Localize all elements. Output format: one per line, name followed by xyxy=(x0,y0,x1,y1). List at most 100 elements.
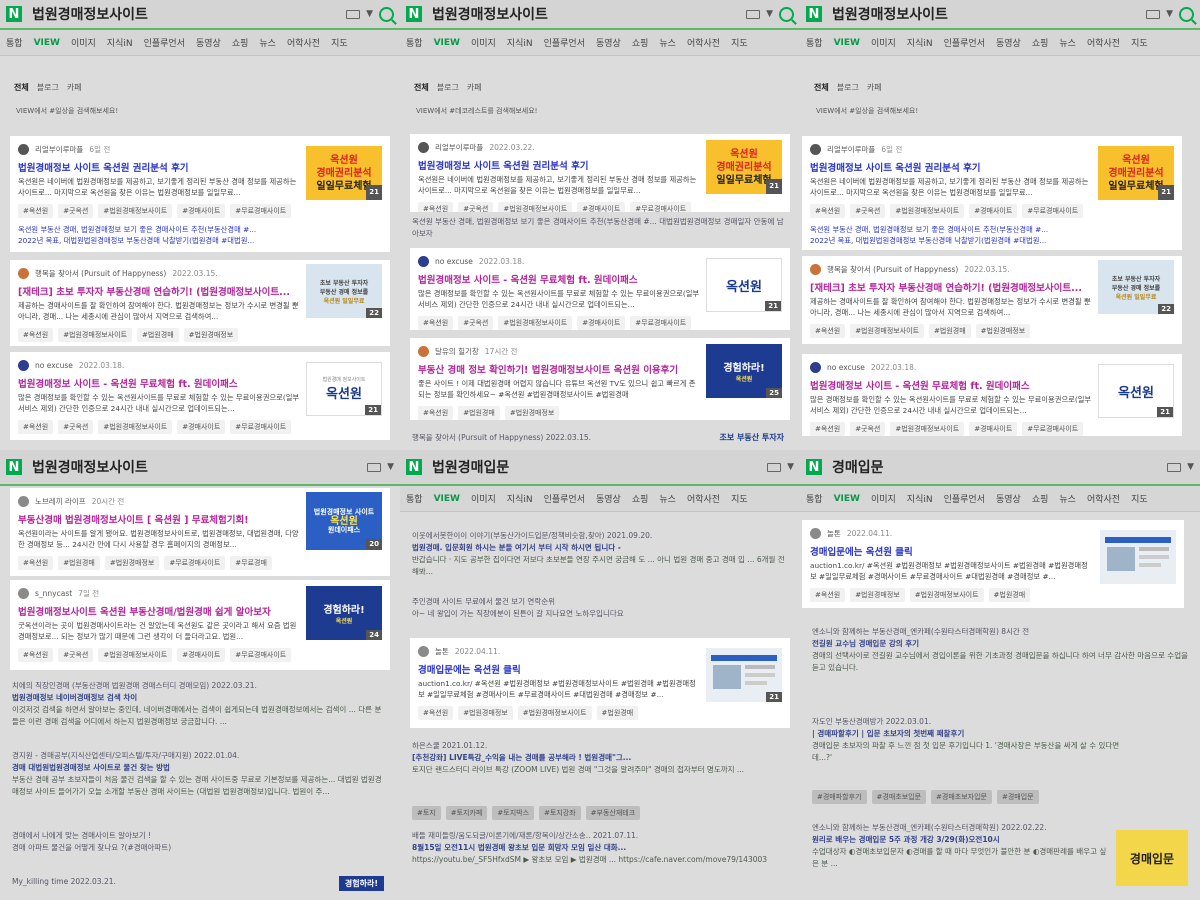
hashtag[interactable]: #경매초보자입문 xyxy=(931,790,992,804)
filter-cafe[interactable]: 카페 xyxy=(867,82,882,93)
tab-dictionary[interactable]: 어학사전 xyxy=(1087,492,1120,505)
author[interactable]: no excuse xyxy=(827,363,865,372)
hashtag[interactable]: #굿옥션 xyxy=(850,204,886,218)
hashtag[interactable]: #무료경매사이트 xyxy=(230,420,292,434)
result-thumbnail[interactable]: 옥션원 경매권리분석 일일무료체험 21 xyxy=(706,140,782,194)
hashtag[interactable]: #옥션원 xyxy=(18,328,54,342)
hashtag[interactable]: #무료경매사이트 xyxy=(630,202,692,212)
tab-shopping[interactable]: 쇼핑 xyxy=(1032,492,1049,505)
result-thumbnail[interactable]: 법원경매정보 사이트 옥션원 원데이패스 20 xyxy=(306,492,382,550)
hashtag[interactable]: #법원경매 xyxy=(58,556,100,570)
avatar[interactable] xyxy=(810,263,821,275)
hashtag[interactable]: #경매사이트 xyxy=(177,420,226,434)
naver-logo[interactable]: N xyxy=(806,459,822,475)
filter-cafe[interactable]: 카페 xyxy=(467,82,482,93)
author[interactable]: 리얼부이루마플 xyxy=(35,144,83,155)
hashtag[interactable]: #옥션원 xyxy=(418,406,454,420)
result-thumbnail[interactable]: 옥션원 21 xyxy=(1098,364,1174,418)
result-thumbnail[interactable]: 옥션원 21 xyxy=(706,258,782,312)
related-post-link[interactable]: 주인경매 사이트 무료에서 물건 보기 연락순위 아~ 네 왕입이 가는 직장에… xyxy=(412,596,788,624)
tab-all[interactable]: 통합 xyxy=(6,36,23,49)
result-thumbnail[interactable]: 21 xyxy=(706,648,782,702)
related-post-link[interactable]: 옥션원 부동산 경매, 법원경매정보 보기 좋은 경매사이트 추천(부동산경매 … xyxy=(810,224,1174,235)
result-card[interactable]: no excuse 2022.03.18. 법원경매정보 사이트 - 옥션원 무료… xyxy=(410,248,790,330)
avatar[interactable] xyxy=(810,361,821,373)
result-thumbnail[interactable]: 경험하라! 옥션원 25 xyxy=(706,344,782,398)
result-title[interactable]: 부동산 경매 정보 확인하기! 법원경매정보사이트 옥션원 이용후기 xyxy=(418,362,700,376)
hashtag[interactable]: #무료경매사이트 xyxy=(1022,204,1084,218)
result-title[interactable]: [재테크] 초보 투자자 부동산경매 연습하기! (법원경매정보사이트... xyxy=(810,280,1092,294)
hashtag[interactable]: #경매파할후기 xyxy=(812,790,867,804)
result-title[interactable]: 법원경매정보 사이트 - 옥션원 무료체험 ft. 원데이패스 xyxy=(810,378,1092,392)
chevron-down-icon[interactable]: ▼ xyxy=(366,9,373,19)
result-card[interactable]: no excuse 2022.03.18. 법원경매정보 사이트 - 옥션원 무료… xyxy=(802,354,1182,436)
avatar[interactable] xyxy=(810,143,821,155)
hashtag[interactable]: #법원경매정보사이트 xyxy=(498,202,573,212)
naver-logo[interactable]: N xyxy=(406,459,422,475)
related-post-link[interactable]: 경매에서 나에게 맞는 경매사이트 알아보기 ! 경매 아파트 물건을 어떻게 … xyxy=(12,830,388,858)
tab-all[interactable]: 통합 xyxy=(406,492,423,505)
tab-news[interactable]: 뉴스 xyxy=(259,36,276,49)
related-post-link[interactable]: 2022년 목표, 대법원법원경매정보 부동산경매 낙찰받기(법원경매 #대법원… xyxy=(810,235,1174,246)
tab-influencer[interactable]: 인플루언서 xyxy=(944,492,985,505)
result-thumbnail[interactable]: 법원경매 정보사이트 옥션원 21 xyxy=(306,362,382,416)
hashtag[interactable]: #경매사이트 xyxy=(577,202,626,212)
hashtag[interactable]: #경매사이트 xyxy=(577,316,626,330)
tab-news[interactable]: 뉴스 xyxy=(659,492,676,505)
result-title[interactable]: 경매입문에는 옥션원 클릭 xyxy=(418,662,700,676)
keyboard-icon[interactable] xyxy=(346,9,361,19)
result-card[interactable]: 놀톤 2022.04.11. 경매입문에는 옥션원 클릭 auction1.co.… xyxy=(410,638,790,728)
related-post-link[interactable]: 옥션원 부동산 경매, 법원경매정보 보기 좋은 경매사이트 추천(부동산경매 … xyxy=(412,216,788,238)
search-query[interactable]: 법원경매정보사이트 xyxy=(832,4,1136,24)
hashtag[interactable]: #법원경매정보사이트 xyxy=(98,648,173,662)
naver-logo[interactable]: N xyxy=(6,459,22,475)
hashtag[interactable]: #옥션원 xyxy=(18,556,54,570)
naver-logo[interactable]: N xyxy=(806,6,822,22)
hashtag[interactable]: #법원경매정보 xyxy=(183,328,239,342)
hashtag[interactable]: #법원경매정보 xyxy=(504,406,560,420)
avatar[interactable] xyxy=(18,495,29,507)
filter-cafe[interactable]: 카페 xyxy=(67,82,82,93)
author[interactable]: 행복을 찾아서 (Pursuit of Happyness) xyxy=(35,268,166,279)
hashtag[interactable]: #경매사이트 xyxy=(177,204,226,218)
result-title[interactable]: [재테크] 초보 투자자 부동산경매 연습하기! (법원경매정보사이트... xyxy=(18,284,300,298)
search-icon[interactable] xyxy=(379,6,394,22)
hashtag[interactable]: #옥션원 xyxy=(418,202,454,212)
tab-influencer[interactable]: 인플루언서 xyxy=(944,36,985,49)
filter-all[interactable]: 전체 xyxy=(14,82,29,93)
tab-influencer[interactable]: 인플루언서 xyxy=(144,36,185,49)
result-title[interactable]: 법원경매정보 사이트 옥션원 권리분석 후기 xyxy=(418,158,700,172)
tab-all[interactable]: 통합 xyxy=(406,36,423,49)
view-suggestion[interactable]: VIEW에서 #일상을 검색해보세요! xyxy=(0,106,400,120)
result-thumbnail[interactable]: 옥션원 경매권리분석 일일무료체험 21 xyxy=(1098,146,1174,200)
tab-view[interactable]: VIEW xyxy=(34,38,60,48)
result-card[interactable]: 달유의 힐기창 17시간 전 부동산 경매 정보 확인하기! 법원경매정보사이트 … xyxy=(410,338,790,420)
hashtag[interactable]: #굿옥션 xyxy=(458,202,494,212)
related-post-link[interactable]: 2022년 목표, 대법원법원경매정보 부동산경매 낙찰받기(법원경매 #대법원… xyxy=(18,235,382,246)
filter-blog[interactable]: 블로그 xyxy=(37,82,59,93)
view-suggestion[interactable]: VIEW에서 #데코레스트를 검색해보세요! xyxy=(400,106,800,120)
search-query[interactable]: 법원경매정보사이트 xyxy=(32,457,357,477)
naver-logo[interactable]: N xyxy=(406,6,422,22)
hashtag[interactable]: #경매사이트 xyxy=(177,648,226,662)
hashtag[interactable]: #무료경매 xyxy=(230,556,272,570)
tab-shopping[interactable]: 쇼핑 xyxy=(232,36,249,49)
hashtag[interactable]: #토지카페 xyxy=(445,806,488,820)
tab-shopping[interactable]: 쇼핑 xyxy=(632,36,649,49)
tab-video[interactable]: 동영상 xyxy=(596,36,621,49)
hashtag[interactable]: #법원경매정보 xyxy=(458,706,513,720)
result-thumbnail[interactable]: 초보 부동산 투자자 부동산 경매 정보를 옥션원 일일무료 22 xyxy=(306,264,382,318)
tab-shopping[interactable]: 쇼핑 xyxy=(632,492,649,505)
result-thumbnail[interactable]: 옥션원 경매권리분석 일일무료체험 21 xyxy=(306,146,382,200)
hashtag[interactable]: #법원경매 xyxy=(137,328,179,342)
tab-kin[interactable]: 지식iN xyxy=(907,36,933,49)
keyboard-icon[interactable] xyxy=(1146,9,1161,19)
hashtag[interactable]: #법원경매정보사이트 xyxy=(498,316,573,330)
hashtag[interactable]: #옥션원 xyxy=(18,204,54,218)
result-card[interactable]: 행복을 찾아서 (Pursuit of Happyness) 2022.03.15… xyxy=(10,260,390,346)
hashtag[interactable]: #법원경매 xyxy=(929,324,971,338)
hashtag[interactable]: #굿옥션 xyxy=(458,316,494,330)
hashtag[interactable]: #옥션원 xyxy=(418,706,454,720)
next-result-thumbnail[interactable]: 경험하라! xyxy=(338,876,384,891)
filter-all[interactable]: 전체 xyxy=(414,82,429,93)
